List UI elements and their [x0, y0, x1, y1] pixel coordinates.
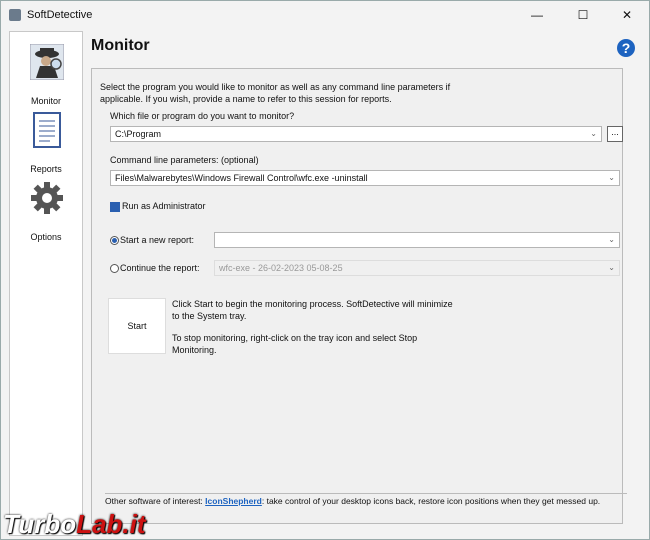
- window-title: SoftDetective: [27, 9, 93, 21]
- params-combo[interactable]: Files\Malwarebytes\Windows Firewall Cont…: [110, 170, 620, 186]
- program-label: Which file or program do you want to mon…: [110, 111, 295, 121]
- chevron-down-icon: ⌄: [608, 235, 615, 244]
- footer-prefix: Other software of interest:: [105, 496, 203, 506]
- new-report-radio[interactable]: [110, 236, 119, 245]
- close-button[interactable]: ✕: [605, 1, 649, 29]
- continue-report-label: Continue the report:: [120, 263, 200, 273]
- app-window: SoftDetective — ☐ ✕ Monitor Reports Opti…: [0, 0, 650, 540]
- run-admin-checkbox[interactable]: [110, 202, 120, 212]
- minimize-button[interactable]: —: [515, 1, 559, 29]
- footer-suffix: : take control of your desktop icons bac…: [261, 496, 601, 506]
- sidebar-item-reports[interactable]: Reports: [14, 110, 78, 174]
- start-button[interactable]: Start: [108, 298, 166, 354]
- new-report-label: Start a new report:: [120, 235, 195, 245]
- watermark-logo: TurboLab.it: [3, 509, 146, 540]
- new-report-combo[interactable]: ⌄: [214, 232, 620, 248]
- sidebar-item-label: Options: [30, 232, 62, 242]
- sidebar-item-label: Reports: [30, 164, 62, 174]
- sidebar: Monitor Reports Options: [9, 31, 83, 536]
- footer-bar: Other software of interest: IconShepherd…: [105, 493, 627, 508]
- continue-report-value: wfc-exe - 26-02-2023 05-08-25: [219, 263, 343, 273]
- chevron-down-icon: ⌄: [590, 129, 597, 138]
- maximize-button[interactable]: ☐: [561, 1, 605, 29]
- chevron-down-icon: ⌄: [608, 263, 615, 272]
- app-icon: [9, 9, 21, 21]
- gear-icon: [31, 182, 63, 214]
- continue-report-radio[interactable]: [110, 264, 119, 273]
- continue-report-combo[interactable]: wfc-exe - 26-02-2023 05-08-25 ⌄: [214, 260, 620, 276]
- help-icon[interactable]: ?: [617, 39, 635, 57]
- start-info-text: Click Start to begin the monitoring proc…: [172, 299, 453, 321]
- program-value: C:\Program: [115, 129, 162, 139]
- run-admin-label: Run as Administrator: [122, 201, 206, 211]
- params-value: Files\Malwarebytes\Windows Firewall Cont…: [115, 173, 368, 183]
- iconshepherd-link[interactable]: IconShepherd: [205, 496, 262, 506]
- sidebar-item-options[interactable]: Options: [14, 178, 78, 242]
- browse-button[interactable]: ...: [607, 126, 623, 142]
- params-label: Command line parameters: (optional): [110, 155, 259, 165]
- monitor-panel: Select the program you would like to mon…: [91, 68, 623, 524]
- sidebar-item-label: Monitor: [30, 96, 61, 106]
- chevron-down-icon: ⌄: [608, 173, 615, 182]
- page-title: Monitor: [91, 37, 150, 54]
- watermark-part2: Lab.it: [76, 509, 146, 539]
- notebook-icon: [33, 112, 61, 148]
- spy-icon: [30, 44, 64, 80]
- stop-info-text: To stop monitoring, right-click on the t…: [172, 333, 418, 355]
- sidebar-item-monitor[interactable]: Monitor: [14, 42, 78, 106]
- main-content: Monitor ? Select the program you would l…: [87, 31, 643, 536]
- program-combo[interactable]: C:\Program ⌄: [110, 126, 602, 142]
- intro-text: Select the program you would like to mon…: [100, 82, 451, 104]
- title-bar[interactable]: SoftDetective — ☐ ✕: [1, 1, 649, 29]
- watermark-part1: Turbo: [3, 509, 77, 539]
